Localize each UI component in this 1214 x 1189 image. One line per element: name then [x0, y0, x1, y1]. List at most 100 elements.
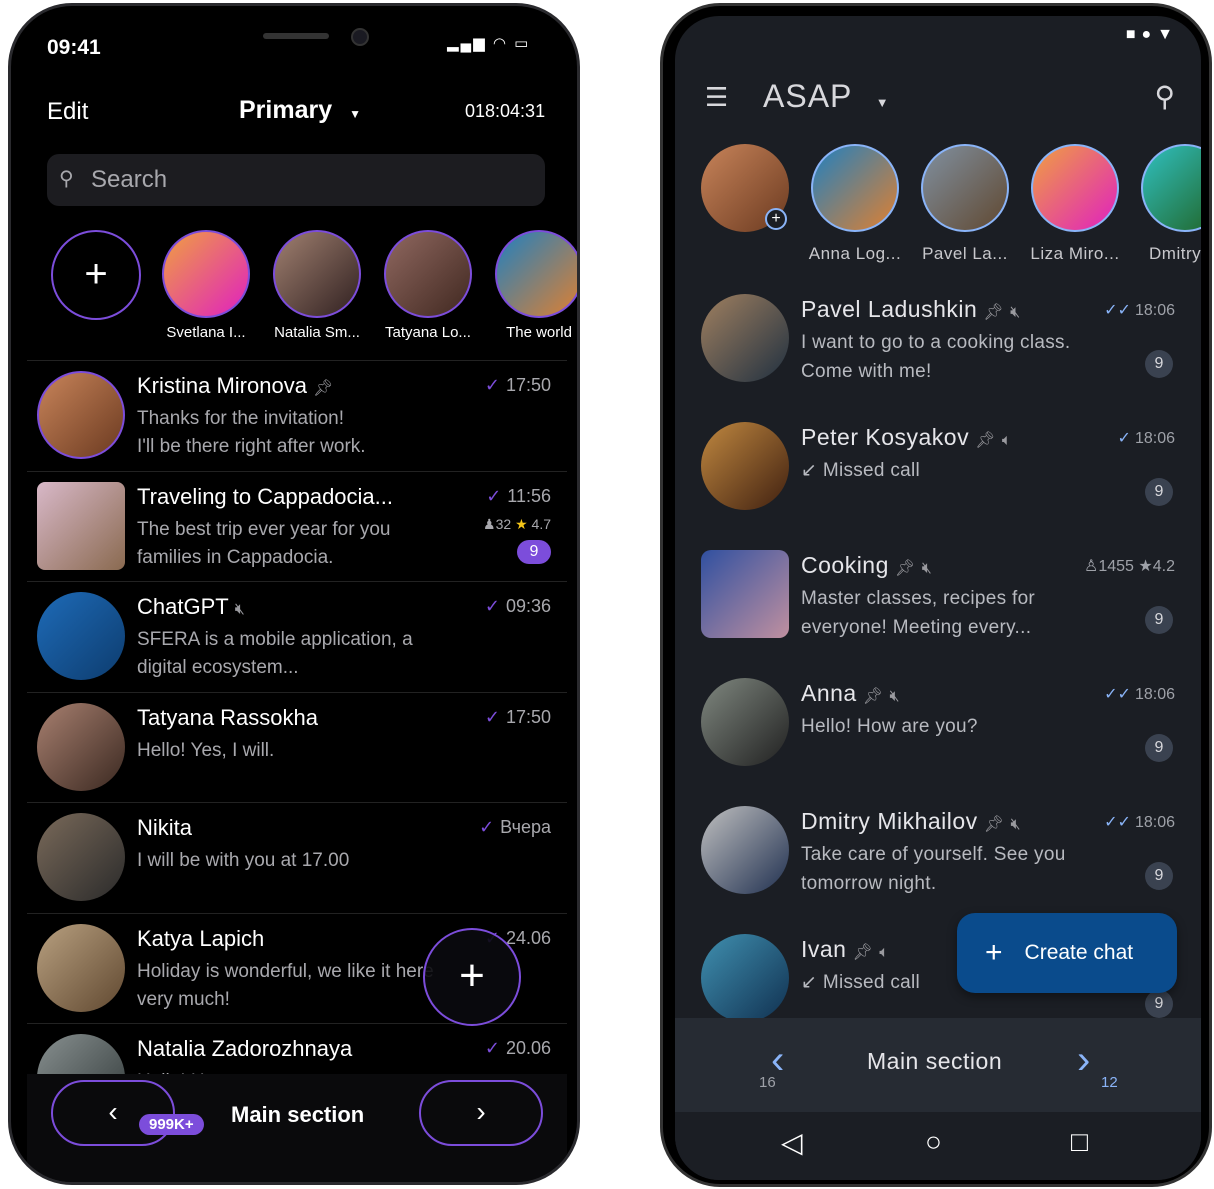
status-icons: ■●▼	[1125, 26, 1179, 43]
story-item[interactable]: Natalia Sm...	[272, 230, 362, 341]
story-avatar	[811, 144, 899, 232]
unread-badge: 9	[1145, 350, 1173, 378]
workspace-selector[interactable]: ASAP ▼	[763, 78, 890, 115]
chat-row[interactable]: Dmitry Mikhailov 📌︎ 🔇︎ Take care of yoursel…	[675, 798, 1201, 926]
chat-message: Holiday is wonderful, we like it here ve…	[137, 960, 434, 1010]
new-chat-fab[interactable]: +	[423, 928, 521, 1026]
star-icon: ★	[1138, 558, 1153, 575]
prev-section-button[interactable]: ‹	[51, 1080, 175, 1146]
story-avatar	[162, 230, 250, 318]
chat-message: Hello! How are you?	[801, 716, 978, 737]
unread-badge: 9	[517, 539, 551, 564]
chat-time: 24.06	[505, 927, 551, 948]
folder-selector[interactable]: Primary ▼	[239, 96, 361, 125]
double-check-icon: ✓✓	[1104, 302, 1131, 319]
story-item[interactable]: Tatyana Lo...	[383, 230, 473, 341]
chat-name: Kristina Mironova	[137, 373, 307, 398]
muted-icon: 🔇︎	[921, 560, 933, 577]
chat-avatar	[701, 294, 789, 382]
story-label: Natalia Sm...	[274, 324, 360, 341]
story-avatar	[921, 144, 1009, 232]
chat-time: Вчера	[500, 817, 551, 837]
status-time: 09:41	[47, 36, 101, 59]
section-label: Main section	[867, 1048, 1003, 1074]
chat-row[interactable]: Pavel Ladushkin 📌︎ 🔇︎ I want to go to a coo…	[675, 286, 1201, 414]
story-label: Dmitry M	[1149, 244, 1201, 263]
star-icon: ★	[515, 515, 528, 532]
next-section-button[interactable]: ›	[419, 1080, 543, 1146]
chat-time: 18:06	[1134, 430, 1175, 447]
chat-message: Master classes, recipes for everyone! Me…	[801, 588, 1036, 638]
chat-message: Thanks for the invitation! I'll be there…	[137, 408, 366, 457]
my-story[interactable]: +	[695, 144, 795, 232]
search-input[interactable]: ⚲ Search	[47, 154, 545, 206]
unread-badge: 9	[1145, 478, 1173, 506]
chat-name: Katya Lapich	[137, 925, 265, 951]
pin-icon: 📌︎	[852, 944, 874, 961]
chat-name: Dmitry Mikhailov	[801, 808, 978, 834]
story-item[interactable]: Svetlana I...	[161, 230, 251, 341]
chat-name: Cooking	[801, 552, 889, 578]
chat-name: ChatGPT	[137, 594, 229, 619]
recents-icon[interactable]: □	[1071, 1126, 1088, 1158]
menu-icon[interactable]: ☰	[705, 82, 728, 113]
chat-avatar	[37, 371, 125, 459]
back-icon[interactable]: ◁	[781, 1126, 803, 1159]
stories-row: + Svetlana I... Natalia Sm... Tatyana Lo..…	[51, 230, 577, 350]
members-icon: ♙	[1084, 558, 1099, 575]
missed-call-icon: ↙︎	[801, 972, 823, 993]
chat-time: 09:36	[505, 596, 551, 616]
chat-row[interactable]: Peter Kosyakov 📌︎ 🔈︎ ↙︎ Missed call ✓ 18:06 9	[675, 414, 1201, 542]
add-story-button[interactable]: +	[51, 230, 141, 320]
story-avatar	[1031, 144, 1119, 232]
story-item[interactable]: The world	[494, 230, 577, 341]
create-chat-button[interactable]: + Create chat	[957, 913, 1177, 993]
check-icon: ✓	[484, 1038, 500, 1058]
status-icons: ▂▄▆ ◠ ▭	[447, 35, 531, 52]
chat-row[interactable]: ChatGPT 🔇︎ SFERA is a mobile application, …	[27, 581, 567, 691]
add-story-icon[interactable]: +	[765, 208, 787, 230]
camera	[351, 28, 369, 46]
chat-row[interactable]: Tatyana Rassokha Hello! Yes, I will. ✓ 17:5…	[27, 691, 567, 802]
search-icon[interactable]: ⚲	[1154, 80, 1175, 113]
pin-icon: 📌︎	[983, 816, 1005, 833]
search-icon: ⚲	[59, 168, 74, 190]
story-item[interactable]: Liza Miro...	[1025, 144, 1125, 264]
chat-row[interactable]: Kristina Mironova 📌︎ Thanks for the invita…	[27, 360, 567, 470]
chat-time: 17:50	[505, 706, 551, 727]
chat-message: I will be with you at 17.00	[137, 850, 350, 871]
chat-row[interactable]: Cooking 📌︎ 🔇︎ Master classes, recipes for e…	[675, 542, 1201, 670]
story-avatar	[495, 230, 577, 318]
story-label: Pavel La...	[922, 244, 1008, 263]
bottom-bar: ‹ 16 Main section › 12	[675, 1018, 1201, 1112]
chevron-down-icon: ▼	[875, 95, 890, 110]
prev-count: 16	[759, 1074, 776, 1091]
folder-title: Primary	[239, 96, 333, 124]
chat-time: 18:06	[1134, 814, 1175, 831]
pin-icon: 📌︎	[983, 304, 1005, 321]
chevron-down-icon: ▼	[349, 107, 361, 121]
story-item[interactable]: Anna Log...	[805, 144, 905, 264]
story-item[interactable]: Pavel La...	[915, 144, 1015, 264]
pin-icon: 📌︎	[312, 380, 334, 397]
unread-badge: 9	[1145, 990, 1173, 1018]
chat-avatar	[37, 481, 125, 570]
chat-avatar	[37, 592, 125, 680]
edit-button[interactable]: Edit	[47, 98, 88, 126]
story-label: The world	[506, 324, 572, 341]
check-icon: ✓	[484, 596, 500, 616]
muted-icon: 🔇︎	[1010, 816, 1022, 833]
chat-row[interactable]: Nikita I will be with you at 17.00 ✓ Вчера	[27, 802, 567, 912]
chat-message: Hello! Yes, I will.	[137, 739, 275, 761]
chat-message: Take care of yourself. See you tomorrow …	[801, 844, 1066, 894]
story-item[interactable]: Dmitry M	[1135, 144, 1201, 264]
search-placeholder: Search	[91, 166, 168, 193]
check-icon: ✓	[1117, 430, 1131, 447]
chat-row[interactable]: Anna 📌︎ 🔇︎ Hello! How are you? ✓✓ 18:06 9	[675, 670, 1201, 798]
home-icon[interactable]: ○	[925, 1126, 942, 1158]
chat-row[interactable]: Traveling to Cappadocia... The best trip …	[27, 470, 567, 581]
next-count: 12	[1101, 1074, 1118, 1091]
next-section-button[interactable]: ›	[1077, 1038, 1090, 1083]
rating: 4.7	[531, 515, 551, 532]
chat-avatar	[37, 702, 125, 791]
